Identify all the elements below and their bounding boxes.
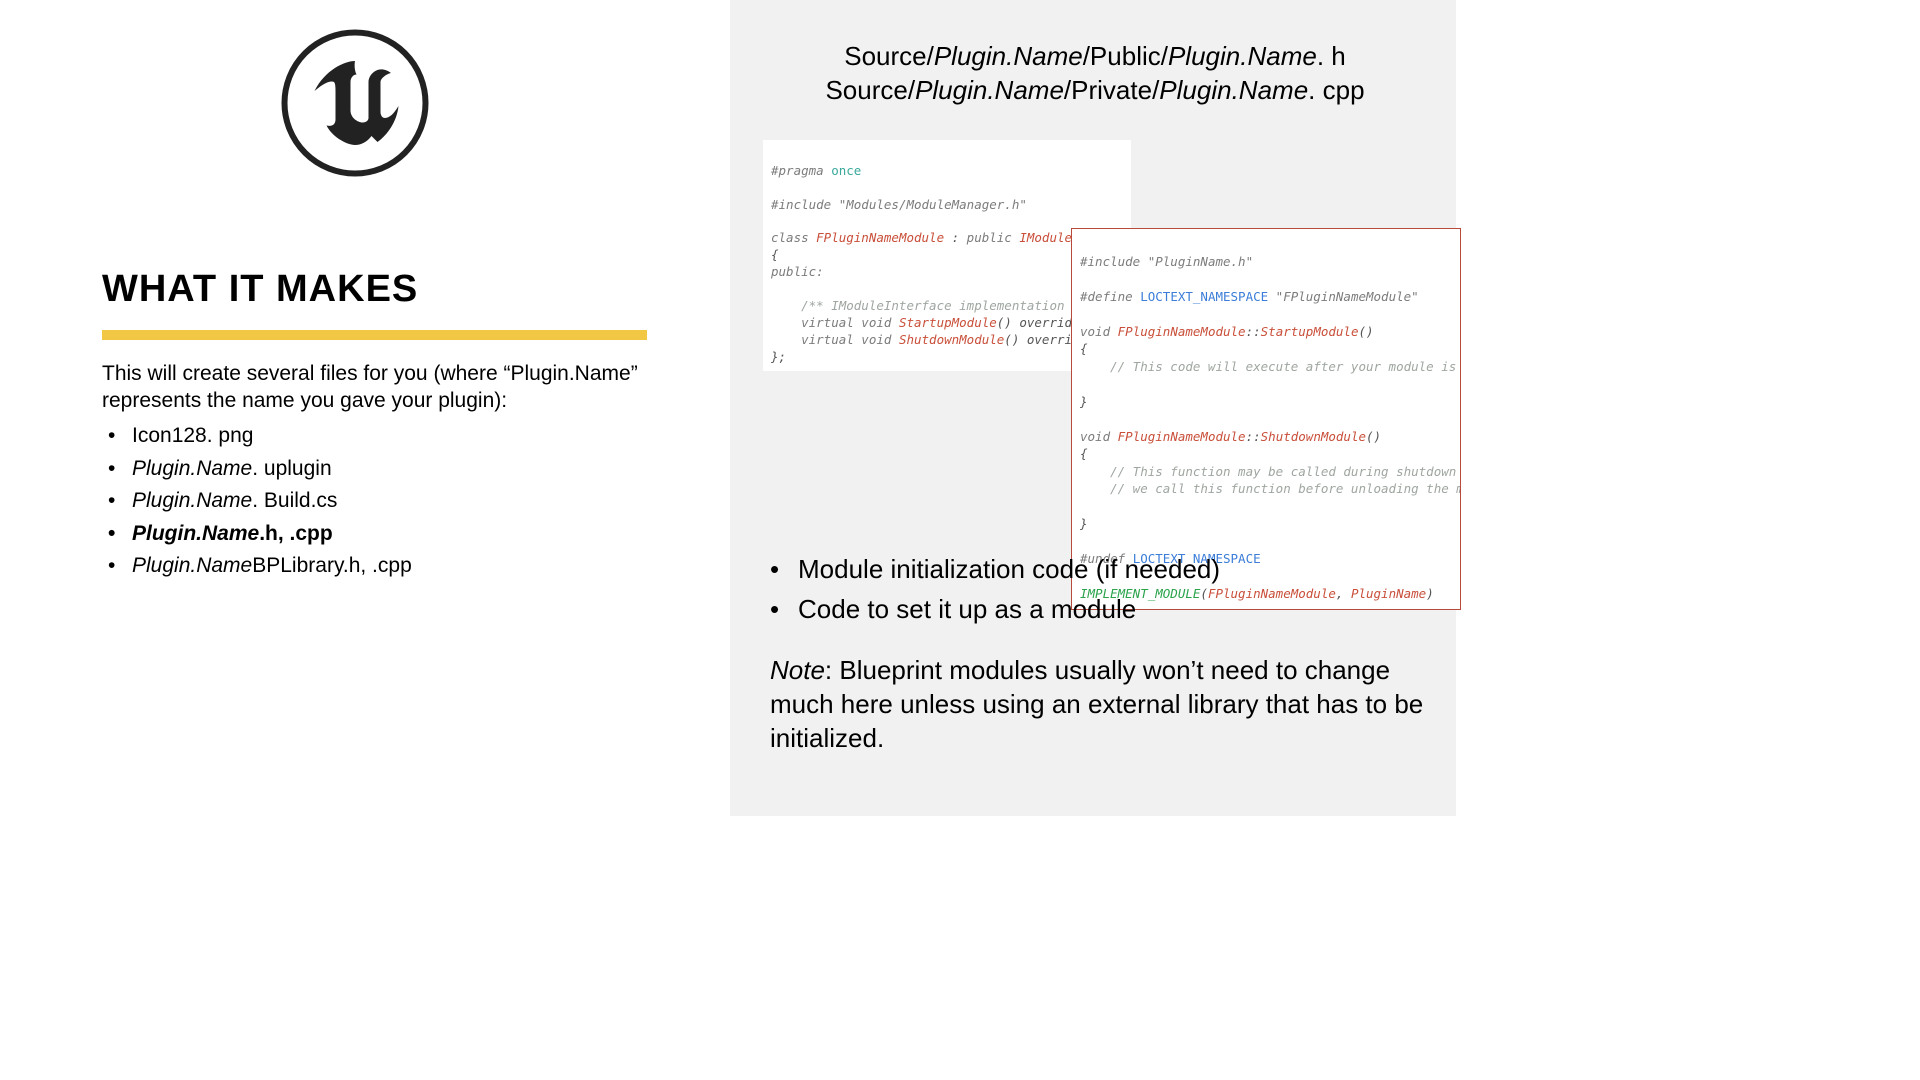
list-item: Icon128. png xyxy=(102,420,650,453)
code-token: "Modules/ModuleManager.h" xyxy=(839,197,1027,212)
file-name-ext: BPLibrary.h, .cpp xyxy=(252,554,412,577)
code-token: once xyxy=(831,163,861,178)
code-token: class xyxy=(771,230,816,245)
code-token: // This function may be called during sh… xyxy=(1080,464,1461,479)
file-name-ext: . Build.cs xyxy=(252,489,337,512)
path-seg: /Private/ xyxy=(1064,75,1159,105)
code-token: } xyxy=(1080,516,1088,531)
code-token: #include xyxy=(771,197,839,212)
code-token: { xyxy=(771,247,779,262)
note-body: : Blueprint modules usually won’t need t… xyxy=(770,655,1423,753)
code-token: virtual void xyxy=(771,315,899,330)
code-token: ShutdownModule xyxy=(899,332,1004,347)
code-token: void xyxy=(1080,429,1118,444)
code-token: ShutdownModule xyxy=(1261,429,1366,444)
code-token: StartupModule xyxy=(899,315,997,330)
code-token: virtual void xyxy=(771,332,899,347)
code-token: /** IModuleInterface implementation */ xyxy=(771,298,1087,313)
list-item: Plugin.Name. uplugin xyxy=(102,453,650,486)
path-seg: Source/ xyxy=(844,41,934,71)
file-name-var: Plugin.Name xyxy=(132,522,259,545)
code-token: () xyxy=(1366,429,1381,444)
code-token: "PluginName.h" xyxy=(1148,254,1253,269)
file-name-var: Plugin.Name xyxy=(132,554,252,577)
list-item: Plugin.NameBPLibrary.h, .cpp xyxy=(102,550,650,583)
code-token: // we call this function before unloadin… xyxy=(1080,481,1461,496)
file-list: Icon128. png Plugin.Name. uplugin Plugin… xyxy=(102,420,650,583)
code-token: FPluginNameModule xyxy=(816,230,944,245)
code-token: #define xyxy=(1080,289,1140,304)
code-token: } xyxy=(1080,394,1088,409)
list-item: Module initialization code (if needed) xyxy=(770,549,1430,589)
code-token: // This code will execute after your mod… xyxy=(1080,359,1461,374)
file-name: Icon128. png xyxy=(132,424,253,447)
code-token: #pragma xyxy=(771,163,831,178)
path-seg: /Public/ xyxy=(1083,41,1168,71)
code-token: #include xyxy=(1080,254,1148,269)
heading-underline xyxy=(102,330,647,340)
note-text: Note: Blueprint modules usually won’t ne… xyxy=(770,654,1430,755)
code-token: public: xyxy=(771,264,824,279)
code-token: }; xyxy=(771,349,786,364)
code-token: { xyxy=(1080,341,1088,356)
path-seg: Plugin.Name xyxy=(915,75,1064,105)
code-token: void xyxy=(1080,324,1118,339)
right-bullet-list: Module initialization code (if needed) C… xyxy=(770,549,1430,630)
description-text: This will create several files for you (… xyxy=(102,360,650,415)
path-seg: Source/ xyxy=(825,75,915,105)
path-seg: Plugin.Name xyxy=(1168,41,1317,71)
code-token: public xyxy=(967,230,1020,245)
list-item: Plugin.Name. Build.cs xyxy=(102,485,650,518)
file-name-var: Plugin.Name xyxy=(132,489,252,512)
path-seg: . cpp xyxy=(1308,75,1364,105)
code-token: StartupModule xyxy=(1261,324,1359,339)
unreal-logo-icon xyxy=(280,28,430,178)
path-seg: Plugin.Name xyxy=(934,41,1083,71)
code-token: :: xyxy=(1246,429,1261,444)
code-token: FPluginNameModule xyxy=(1118,429,1246,444)
code-token: "FPluginNameModule" xyxy=(1268,289,1419,304)
path-seg: . h xyxy=(1317,41,1346,71)
list-item: Plugin.Name.h, .cpp xyxy=(102,518,650,551)
file-name-var: Plugin.Name xyxy=(132,457,252,480)
file-path-line: Source/Plugin.Name/Public/Plugin.Name. h xyxy=(760,40,1430,74)
file-name-ext: . uplugin xyxy=(252,457,331,480)
file-path-block: Source/Plugin.Name/Public/Plugin.Name. h… xyxy=(760,40,1430,108)
code-token: : xyxy=(944,230,967,245)
code-token: FPluginNameModule xyxy=(1118,324,1246,339)
slide-heading: WHAT IT MAKES xyxy=(102,268,418,311)
code-token: () xyxy=(1358,324,1373,339)
path-seg: Plugin.Name xyxy=(1159,75,1308,105)
file-name-ext: .h, .cpp xyxy=(259,522,333,545)
file-path-line: Source/Plugin.Name/Private/Plugin.Name. … xyxy=(760,74,1430,108)
list-item: Code to set it up as a module xyxy=(770,589,1430,629)
code-token: :: xyxy=(1246,324,1261,339)
code-token: { xyxy=(1080,446,1088,461)
slide: WHAT IT MAKES This will create several f… xyxy=(0,0,1456,816)
note-label: Note xyxy=(770,655,825,685)
code-token: LOCTEXT_NAMESPACE xyxy=(1140,289,1268,304)
